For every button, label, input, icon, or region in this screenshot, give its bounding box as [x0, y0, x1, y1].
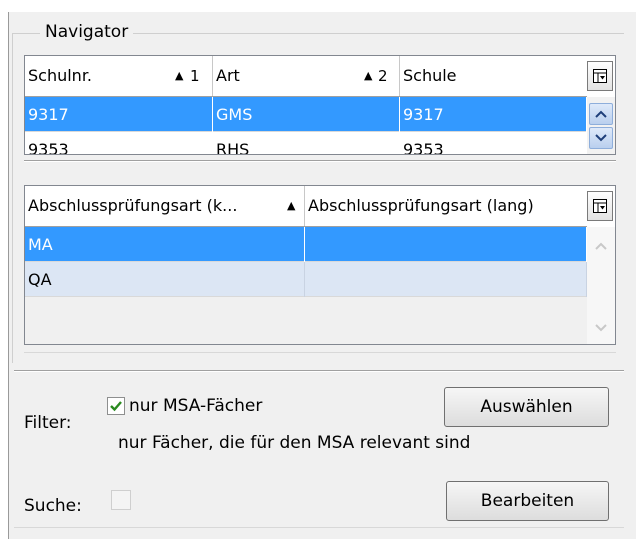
table-row[interactable]: 9353 RHS 9353 — [25, 132, 587, 154]
search-label: Suche: — [24, 496, 82, 516]
divider-highlight — [14, 371, 624, 372]
sort-order-label: 1 — [190, 67, 200, 85]
chevron-up-icon — [595, 110, 607, 118]
splitter-highlight — [24, 161, 616, 162]
chevron-up-icon — [595, 242, 607, 250]
column-header-long[interactable]: Abschlussprüfungsart (lang) — [305, 186, 587, 226]
cell-short-name: MA — [25, 227, 305, 262]
column-chooser-button[interactable] — [587, 191, 613, 221]
schools-grid-scrollbar[interactable] — [587, 97, 615, 154]
scroll-down-button[interactable] — [589, 317, 613, 339]
chevron-down-icon — [595, 324, 607, 332]
scroll-down-button[interactable] — [589, 127, 613, 149]
sort-asc-icon: ▲ — [287, 199, 296, 212]
exam-type-grid-header: Abschlussprüfungsart (k... ▲ Abschlusspr… — [25, 186, 587, 227]
select-button[interactable]: Auswählen — [444, 387, 609, 427]
cell-art: GMS — [213, 97, 400, 132]
column-header-schulnr[interactable]: Schulnr. — [25, 56, 213, 96]
sort-asc-icon: ▲ — [364, 69, 373, 82]
sort-order-label: 2 — [378, 67, 388, 85]
exam-type-grid-scrollbar[interactable] — [587, 227, 615, 344]
column-header-label: Art — [216, 66, 240, 85]
checkmark-icon — [110, 401, 122, 412]
column-header-label: Schule — [403, 66, 457, 85]
column-header-label: Schulnr. — [28, 66, 93, 85]
cell-schulnr: 9317 — [25, 97, 213, 132]
column-header-label: Abschlussprüfungsart (k... — [28, 196, 238, 215]
column-chooser-icon — [593, 69, 607, 83]
column-chooser-icon — [593, 199, 607, 213]
search-checkbox[interactable] — [111, 490, 131, 510]
cell-schule: 9317 — [400, 97, 587, 132]
cell-schule: 9353 — [400, 132, 587, 154]
schools-grid-header: Schulnr. ▲ 1 Art ▲ 2 Schule — [25, 56, 587, 97]
table-row[interactable]: 9317 GMS 9317 — [25, 97, 587, 132]
column-chooser-button[interactable] — [587, 61, 613, 91]
schools-grid[interactable]: Schulnr. ▲ 1 Art ▲ 2 Schule 9317 GMS 931… — [24, 55, 616, 155]
filter-hint: nur Fächer, die für den MSA relevant sin… — [118, 433, 471, 453]
msa-filter-checkbox-label[interactable]: nur MSA-Fächer — [129, 396, 262, 416]
scroll-up-button[interactable] — [589, 103, 613, 125]
grid-empty-area — [25, 297, 587, 344]
filter-label: Filter: — [24, 413, 72, 433]
column-header-short[interactable]: Abschlussprüfungsart (k... — [25, 186, 305, 226]
msa-filter-checkbox[interactable] — [107, 397, 125, 415]
edit-button[interactable]: Bearbeiten — [446, 481, 609, 521]
exam-type-grid[interactable]: Abschlussprüfungsart (k... ▲ Abschlusspr… — [24, 185, 616, 345]
cell-schulnr: 9353 — [25, 132, 213, 154]
column-header-label: Abschlussprüfungsart (lang) — [308, 196, 534, 215]
splitter[interactable] — [24, 352, 616, 353]
cell-long-name — [305, 262, 587, 297]
table-row[interactable]: QA — [25, 262, 587, 297]
table-row[interactable]: MA — [25, 227, 587, 262]
groupbox-left-border — [12, 33, 13, 363]
clipped-top-area — [0, 0, 636, 12]
scroll-up-button[interactable] — [589, 235, 613, 257]
column-header-schule[interactable]: Schule — [400, 56, 587, 96]
chevron-down-icon — [595, 134, 607, 142]
cell-long-name — [305, 227, 587, 262]
cell-art: RHS — [213, 132, 400, 154]
cell-short-name: QA — [25, 262, 305, 297]
navigator-title: Navigator — [40, 22, 134, 42]
sort-asc-icon: ▲ — [175, 69, 184, 82]
bottom-divider — [14, 527, 624, 528]
